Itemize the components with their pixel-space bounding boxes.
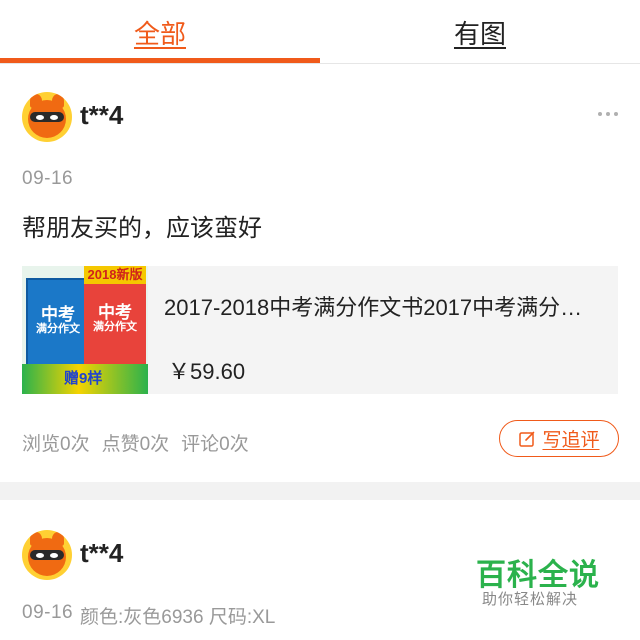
- likes-count[interactable]: 点赞0次: [102, 429, 170, 456]
- book2-subtitle: 满分作文: [93, 321, 137, 333]
- comments-count[interactable]: 评论0次: [181, 429, 249, 456]
- avatar-eye-right: [50, 115, 58, 120]
- avatar[interactable]: [22, 530, 72, 580]
- write-followup-label: 写追评: [542, 430, 600, 451]
- product-price: ￥59.60: [168, 359, 246, 384]
- views-count: 浏览0次: [22, 434, 90, 455]
- watermark-logo: 百科全说 助你轻松解决: [462, 544, 602, 616]
- review-date: 09-16: [22, 602, 74, 623]
- tab-all[interactable]: 全部: [0, 0, 320, 64]
- avatar-eye-left: [36, 553, 44, 558]
- tab-with-images[interactable]: 有图: [320, 0, 640, 64]
- username[interactable]: t**4: [80, 100, 123, 131]
- review-card: t**4 09-16 帮朋友买的，应该蛮好 2018新版 中考 满分作文 中考 …: [0, 64, 640, 482]
- new-edition-tag: 2018新版: [84, 266, 146, 284]
- username[interactable]: t**4: [80, 538, 123, 569]
- avatar-eye-left: [36, 115, 44, 120]
- review-date: 09-16: [22, 168, 74, 189]
- edit-icon: [519, 431, 535, 447]
- review-stats: 浏览0次 点赞0次 评论0次: [22, 429, 249, 456]
- active-tab-indicator: [0, 58, 320, 63]
- product-thumbnail: 2018新版 中考 满分作文 中考 满分作文 赠9样: [22, 266, 148, 394]
- watermark-subtitle: 助你轻松解决: [482, 591, 579, 608]
- review-filter-tabs: 全部 有图: [0, 0, 640, 64]
- avatar[interactable]: [22, 92, 72, 142]
- review-separator: [0, 482, 640, 500]
- product-card[interactable]: 2018新版 中考 满分作文 中考 满分作文 赠9样 2017-2018中考满分…: [22, 266, 618, 394]
- more-options-icon[interactable]: [598, 112, 618, 118]
- purchase-spec: 颜色:灰色6936 尺码:XL: [80, 607, 276, 628]
- avatar-eye-right: [50, 553, 58, 558]
- review-content: 帮朋友买的，应该蛮好: [22, 215, 262, 242]
- write-followup-review-button[interactable]: 写追评: [499, 420, 619, 457]
- book1-subtitle: 满分作文: [36, 323, 80, 335]
- product-title: 2017-2018中考满分作文书2017中考满分作文: [164, 295, 604, 320]
- gift-label: 赠9样: [64, 370, 103, 387]
